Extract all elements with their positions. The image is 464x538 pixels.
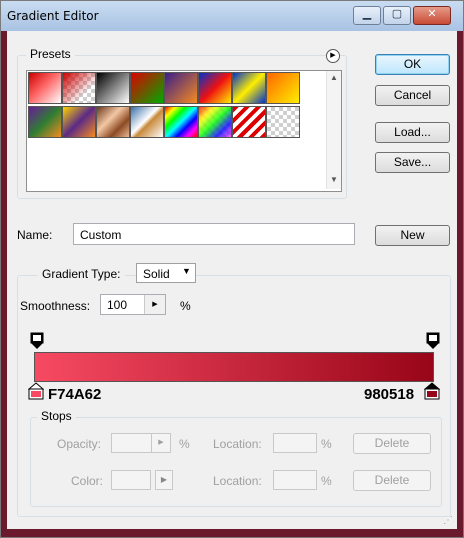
opacity-stop-icon bbox=[30, 332, 44, 349]
flyout-arrow-icon: ▶ bbox=[158, 439, 164, 446]
smoothness-unit: % bbox=[180, 299, 191, 313]
name-field[interactable]: Custom bbox=[73, 223, 355, 245]
scroll-up-icon[interactable]: ▲ bbox=[330, 73, 338, 82]
preset-swatch-red-transparent[interactable] bbox=[28, 72, 62, 104]
preset-swatch-grid bbox=[28, 72, 318, 142]
color-stop-left[interactable] bbox=[27, 382, 45, 403]
scroll-down-icon[interactable]: ▼ bbox=[330, 175, 338, 184]
preset-swatch-blue-yellow-blue[interactable] bbox=[232, 72, 266, 104]
smoothness-stepper[interactable]: ▶ bbox=[144, 295, 165, 314]
opacity-field[interactable]: ▶ bbox=[111, 433, 171, 453]
color-stop-icon bbox=[27, 382, 45, 400]
color-label: Color: bbox=[71, 474, 104, 488]
stops-label: Stops bbox=[37, 409, 76, 423]
stops-group: Stops Opacity: ▶ % Location: % Delete Co… bbox=[30, 409, 442, 507]
opacity-location-field[interactable] bbox=[273, 433, 317, 453]
smoothness-field[interactable]: 100 ▶ bbox=[100, 294, 166, 315]
preset-swatch-transparent-checker[interactable] bbox=[266, 106, 300, 138]
preset-swatch-yellow-violet-orange[interactable] bbox=[62, 106, 96, 138]
preset-swatch-copper[interactable] bbox=[96, 106, 130, 138]
window-title: Gradient Editor bbox=[7, 9, 99, 23]
new-button[interactable]: New bbox=[375, 225, 450, 246]
preset-swatch-blue-red-yellow[interactable] bbox=[198, 72, 232, 104]
opacity-unit: % bbox=[179, 437, 190, 451]
preset-swatch-spectrum[interactable] bbox=[164, 106, 198, 138]
color-location-unit: % bbox=[321, 474, 332, 488]
preset-swatch-black-white[interactable] bbox=[96, 72, 130, 104]
opacity-stop-right[interactable] bbox=[426, 332, 440, 353]
presets-menu-button[interactable]: ▶ bbox=[326, 49, 340, 63]
preset-swatch-violet-green-orange[interactable] bbox=[28, 106, 62, 138]
opacity-stop-left[interactable] bbox=[30, 332, 44, 353]
opacity-location-unit: % bbox=[321, 437, 332, 451]
color-swatch-field[interactable] bbox=[111, 470, 151, 490]
opacity-label: Opacity: bbox=[57, 437, 102, 451]
delete-opacity-stop-button[interactable]: Delete bbox=[353, 433, 431, 454]
presets-swatch-panel: ▲ ▼ bbox=[26, 70, 342, 192]
cancel-button[interactable]: Cancel bbox=[375, 85, 450, 106]
preset-swatch-red-green[interactable] bbox=[130, 72, 164, 104]
delete-color-stop-button[interactable]: Delete bbox=[353, 470, 431, 491]
gradient-type-value: Solid bbox=[143, 267, 170, 281]
title-bar[interactable]: Gradient Editor ▁ ▢ ✕ bbox=[1, 1, 463, 31]
close-icon: ✕ bbox=[427, 8, 437, 20]
load-button[interactable]: Load... bbox=[375, 122, 450, 143]
color-location-field[interactable] bbox=[273, 470, 317, 490]
smoothness-label: Smoothness: bbox=[20, 299, 91, 313]
preset-swatch-red-checker[interactable] bbox=[62, 72, 96, 104]
maximize-icon: ▢ bbox=[391, 8, 403, 20]
start-color-hex: F74A62 bbox=[48, 386, 102, 403]
ok-button[interactable]: OK bbox=[375, 54, 450, 75]
preset-swatch-transparent-stripes[interactable] bbox=[232, 106, 266, 138]
presets-label: Presets bbox=[26, 47, 75, 61]
gradient-group: Gradient Type: Solid ▼ Smoothness: 100 ▶… bbox=[17, 263, 451, 517]
name-label: Name: bbox=[17, 228, 53, 242]
preset-swatch-chrome[interactable] bbox=[130, 106, 164, 138]
gradient-type-select[interactable]: Solid ▼ bbox=[136, 263, 196, 283]
dialog-body: Presets ▶ ▲ ▼ OK Cancel Load... Save... … bbox=[7, 31, 457, 529]
gradient-type-label: Gradient Type: bbox=[38, 267, 125, 281]
preset-swatch-violet-orange[interactable] bbox=[164, 72, 198, 104]
color-stop-right[interactable] bbox=[423, 382, 441, 403]
save-button[interactable]: Save... bbox=[375, 152, 450, 173]
gradient-editor-window: Gradient Editor ▁ ▢ ✕ Presets ▶ ▲ ▼ OK C… bbox=[0, 0, 464, 538]
preset-swatch-transparent-rainbow[interactable] bbox=[198, 106, 232, 138]
gradient-preview-bar[interactable] bbox=[34, 352, 434, 382]
preset-swatch-orange-yellow[interactable] bbox=[266, 72, 300, 104]
resize-grip-icon[interactable]: ⋰ bbox=[443, 515, 453, 526]
presets-group: Presets ▶ ▲ ▼ bbox=[17, 47, 347, 199]
opacity-location-label: Location: bbox=[213, 437, 262, 451]
smoothness-value: 100 bbox=[107, 298, 128, 312]
flyout-arrow-icon: ▶ bbox=[160, 475, 168, 484]
end-color-hex: 980518 bbox=[364, 386, 415, 403]
color-stop-icon bbox=[423, 382, 441, 400]
minimize-icon: ▁ bbox=[362, 8, 372, 20]
color-location-label: Location: bbox=[213, 474, 262, 488]
flyout-arrow-icon: ▶ bbox=[330, 52, 336, 59]
close-button[interactable]: ✕ bbox=[413, 6, 451, 25]
name-field-value: Custom bbox=[80, 228, 122, 242]
flyout-arrow-icon: ▶ bbox=[152, 301, 158, 308]
minimize-button[interactable]: ▁ bbox=[353, 6, 381, 25]
opacity-stepper[interactable]: ▶ bbox=[151, 434, 170, 452]
presets-scrollbar[interactable]: ▲ ▼ bbox=[326, 71, 341, 189]
color-menu-button[interactable]: ▶ bbox=[155, 470, 173, 490]
maximize-button[interactable]: ▢ bbox=[383, 6, 411, 25]
chevron-down-icon: ▼ bbox=[182, 266, 191, 276]
opacity-stop-icon bbox=[426, 332, 440, 349]
